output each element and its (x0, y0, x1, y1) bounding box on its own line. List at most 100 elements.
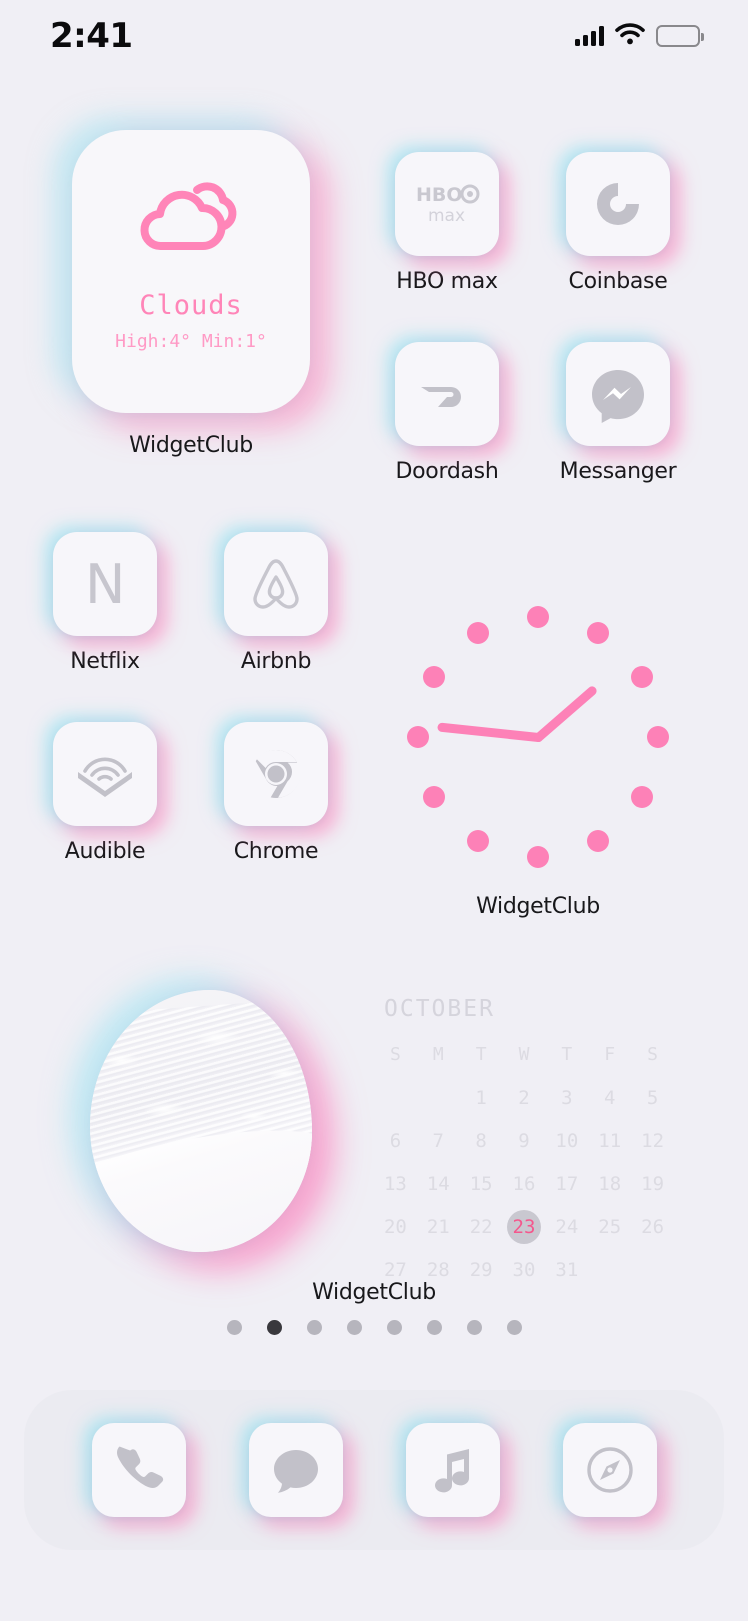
app-doordash[interactable]: Doordash (372, 342, 522, 484)
app-airbnb[interactable]: Airbnb (201, 532, 351, 674)
page-dot[interactable] (306, 1320, 322, 1335)
status-bar-time: 2:41 (50, 16, 133, 56)
app-chrome[interactable]: Chrome (201, 722, 351, 864)
calendar-day: 7 (432, 1130, 444, 1152)
calendar-day: 26 (641, 1216, 665, 1238)
page-dot[interactable] (346, 1320, 362, 1335)
calendar-day: 18 (598, 1173, 622, 1195)
chrome-icon[interactable] (224, 722, 328, 826)
page-indicator[interactable] (0, 1320, 748, 1335)
messenger-icon[interactable] (566, 342, 670, 446)
svg-text:HBO: HBO (416, 184, 463, 206)
calendar-day: 13 (383, 1173, 407, 1195)
weather-temperatures: High:4° Min:1° (115, 331, 267, 352)
app-label: HBO max (396, 269, 498, 294)
clock-widget[interactable]: WidgetClub (388, 594, 688, 919)
weather-condition: Clouds (139, 290, 243, 321)
clock-hour-marker (422, 665, 445, 688)
calendar-day: 24 (555, 1216, 579, 1238)
calendar-day: 12 (641, 1130, 665, 1152)
calendar-weekday-header: W (518, 1044, 530, 1065)
app-label: Doordash (395, 459, 499, 484)
messages-icon[interactable] (248, 1423, 343, 1517)
photo-calendar-widget-label: WidgetClub (312, 1280, 436, 1305)
beach-wave-photo[interactable] (90, 990, 312, 1252)
audible-icon[interactable] (53, 722, 157, 826)
calendar-day: 5 (646, 1087, 659, 1109)
calendar-day: 17 (555, 1173, 579, 1195)
calendar-day: 16 (512, 1173, 536, 1195)
calendar-day: 6 (389, 1130, 402, 1152)
page-dot[interactable] (426, 1320, 442, 1335)
hbo-max-icon[interactable]: HBO max (395, 152, 499, 256)
calendar-day: 8 (475, 1130, 487, 1152)
music-note-icon[interactable] (405, 1423, 500, 1517)
calendar-day: 2 (518, 1087, 530, 1109)
calendar-day: 10 (555, 1130, 579, 1152)
page-dot[interactable] (506, 1320, 522, 1335)
app-messenger[interactable]: Messanger (543, 342, 693, 484)
clock-hour-marker (422, 786, 445, 809)
calendar-day: 20 (383, 1216, 407, 1238)
app-label: Netflix (70, 649, 140, 674)
weather-widget[interactable]: Clouds High:4° Min:1° WidgetClub (47, 130, 335, 512)
page-dot[interactable] (466, 1320, 482, 1335)
calendar-grid: S M T W T F S 1 2 3 4 5 6 7 8 9 10 11 12 13 14 15 16 17 1… (374, 1038, 674, 1287)
phone-icon[interactable] (91, 1423, 186, 1517)
calendar-weekday-header: F (604, 1044, 616, 1065)
clock-minute-hand (436, 721, 543, 742)
status-bar: 2:41 (0, 0, 748, 72)
calendar[interactable]: OCTOBER S M T W T F S 1 2 3 4 5 6 7 8 9 10 11 12 13 1… (374, 996, 674, 1287)
coinbase-icon[interactable] (566, 152, 670, 256)
wifi-icon (615, 22, 645, 50)
weather-widget-label: WidgetClub (129, 433, 253, 458)
calendar-day: 14 (426, 1173, 450, 1195)
dock (24, 1390, 724, 1550)
app-label: Chrome (233, 839, 319, 864)
app-coinbase[interactable]: Coinbase (543, 152, 693, 294)
netflix-icon[interactable]: N (53, 532, 157, 636)
calendar-day: 11 (598, 1130, 622, 1152)
calendar-day: 21 (426, 1216, 450, 1238)
svg-text:N: N (85, 553, 125, 616)
clock-hour-marker (466, 621, 489, 644)
clock-widget-label: WidgetClub (476, 894, 600, 919)
calendar-month-label: OCTOBER (384, 996, 495, 1022)
calendar-blank-cell (417, 1081, 460, 1115)
app-label: Airbnb (240, 649, 312, 674)
calendar-day-today: 23 (503, 1210, 546, 1244)
clock-face (395, 594, 681, 880)
app-netflix[interactable]: N Netflix (30, 532, 180, 674)
app-hbo-max[interactable]: HBO max HBO max (372, 152, 522, 294)
calendar-day: 9 (518, 1130, 530, 1152)
calendar-day: 25 (598, 1216, 622, 1238)
clock-hour-marker (631, 786, 654, 809)
calendar-day: 1 (475, 1087, 487, 1109)
photo-calendar-widget[interactable]: OCTOBER S M T W T F S 1 2 3 4 5 6 7 8 9 10 11 12 13 1… (47, 972, 701, 1332)
clock-hour-marker (527, 605, 549, 628)
calendar-blank-cell (374, 1081, 417, 1115)
status-bar-indicators (575, 22, 704, 50)
clock-hour-marker (587, 830, 610, 853)
clock-hour-marker (466, 830, 489, 853)
page-dot[interactable] (386, 1320, 402, 1335)
clock-hour-marker (631, 665, 654, 688)
battery-icon (656, 25, 704, 47)
doordash-icon[interactable] (395, 342, 499, 446)
calendar-weekday-header: T (561, 1044, 573, 1065)
app-audible[interactable]: Audible (30, 722, 180, 864)
weather-widget-card[interactable]: Clouds High:4° Min:1° (72, 130, 310, 413)
page-dot[interactable] (226, 1320, 242, 1335)
clock-hour-marker (406, 726, 429, 748)
calendar-day: 22 (469, 1216, 493, 1238)
clouds-icon (131, 176, 251, 254)
calendar-day: 19 (641, 1173, 665, 1195)
compass-icon[interactable] (562, 1423, 657, 1517)
page-dot-active[interactable] (266, 1320, 282, 1335)
photo-calendar-widget-label-wrap: WidgetClub (47, 1280, 701, 1305)
calendar-day: 15 (469, 1173, 493, 1195)
calendar-weekday-header: S (647, 1044, 658, 1065)
calendar-day: 3 (561, 1087, 573, 1109)
clock-hour-hand (531, 684, 598, 744)
airbnb-icon[interactable] (224, 532, 328, 636)
